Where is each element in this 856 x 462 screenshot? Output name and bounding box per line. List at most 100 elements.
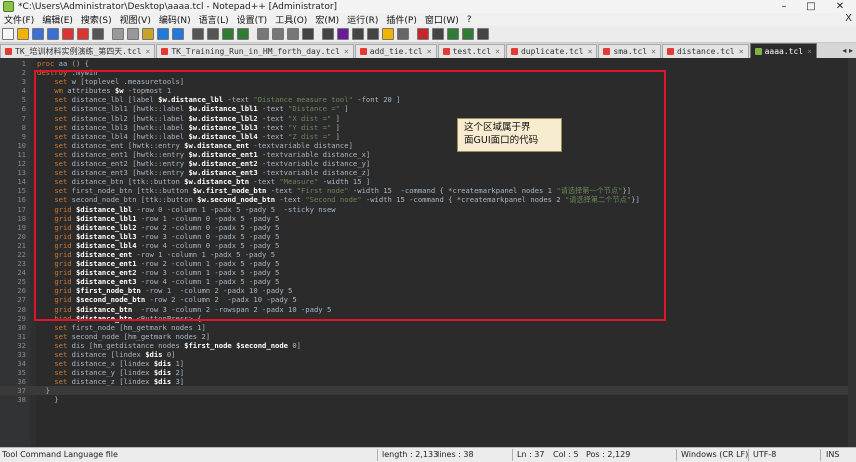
code-line[interactable]: 13 set distance_ent3 [hwtk::entry $w.dis… [0, 168, 856, 177]
code-line[interactable]: 31 set second_node [hm_getmark nodes 2] [0, 332, 856, 341]
menu-item[interactable]: 语言(L) [195, 13, 233, 26]
save-all-icon[interactable] [47, 28, 59, 40]
redo-icon[interactable] [172, 28, 184, 40]
copy-icon[interactable] [127, 28, 139, 40]
lang-icon[interactable] [337, 28, 349, 40]
code-line[interactable]: 6 set distance_lbl1 [hwtk::label $w.dist… [0, 104, 856, 113]
code-line[interactable]: 20 grid $distance_lbl3 -row 3 -column 0 … [0, 232, 856, 241]
code-line[interactable]: 12 set distance_ent2 [hwtk::entry $w.dis… [0, 159, 856, 168]
sync-h-icon[interactable] [272, 28, 284, 40]
tab-6[interactable]: distance.tcl × [661, 44, 749, 58]
code-line[interactable]: 3 set w [toplevel .measuretools] [0, 77, 856, 86]
tab-close-icon[interactable]: × [146, 47, 151, 56]
undo-icon[interactable] [157, 28, 169, 40]
menu-item[interactable]: 编码(N) [155, 13, 195, 26]
save-icon[interactable] [32, 28, 44, 40]
code-line[interactable]: 30 set first_node [hm_getmark nodes 1] [0, 323, 856, 332]
doc-map-icon[interactable] [352, 28, 364, 40]
menu-item[interactable]: ? [463, 15, 476, 25]
code-line[interactable]: 28 grid $distance_btn -row 3 -column 2 -… [0, 305, 856, 314]
status-eol[interactable]: Windows (CR LF) [681, 450, 748, 459]
close-icon[interactable] [62, 28, 74, 40]
menu-item[interactable]: 搜索(S) [77, 13, 116, 26]
menu-item[interactable]: 视图(V) [116, 13, 155, 26]
menu-item[interactable]: 插件(P) [382, 13, 420, 26]
code-line[interactable]: 2 destroy .mywin [0, 68, 856, 77]
code-line[interactable]: 4 wm attributes $w -topmost 1 [0, 86, 856, 95]
tab-close-icon[interactable]: × [495, 47, 500, 56]
code-line[interactable]: 21 grid $distance_lbl4 -row 4 -column 0 … [0, 241, 856, 250]
code-line[interactable]: 22 grid $distance_ent -row 1 -column 1 -… [0, 250, 856, 259]
folder-icon[interactable] [382, 28, 394, 40]
code-line[interactable]: 14 set distance_btn [ttk::button $w.dist… [0, 177, 856, 186]
menu-item[interactable]: 工具(O) [271, 13, 311, 26]
tab-3[interactable]: test.tcl × [437, 44, 505, 58]
code-line[interactable]: 8 set distance_lbl3 [hwtk::label $w.dist… [0, 123, 856, 132]
func-list-icon[interactable] [367, 28, 379, 40]
code-line[interactable]: 38 } [0, 395, 856, 404]
tab-1[interactable]: TK_Training_Run_in_HM_forth_day.tcl × [156, 44, 354, 58]
sync-v-icon[interactable] [257, 28, 269, 40]
tab-close-icon[interactable]: × [739, 47, 744, 56]
code-line[interactable]: 19 grid $distance_lbl2 -row 2 -column 0 … [0, 223, 856, 232]
code-lines[interactable]: 1 proc aa () {2 destroy .mywin 3 set w [top… [0, 59, 856, 405]
code-line[interactable]: 9 set distance_lbl4 [hwtk::label $w.dist… [0, 132, 856, 141]
play-multi-icon[interactable] [462, 28, 474, 40]
maximize-button[interactable]: □ [800, 0, 822, 13]
zoom-out-icon[interactable] [237, 28, 249, 40]
menu-item[interactable]: 宏(M) [311, 13, 343, 26]
find-icon[interactable] [192, 28, 204, 40]
code-line[interactable]: 37 } [0, 386, 856, 396]
code-line[interactable]: 10 set distance_ent [hwtk::entry $w.dist… [0, 141, 856, 150]
tab-4[interactable]: duplicate.tcl × [505, 44, 598, 58]
indent-guide-icon[interactable] [322, 28, 334, 40]
wrap-icon[interactable] [287, 28, 299, 40]
monitor-icon[interactable] [397, 28, 409, 40]
code-line[interactable]: 33 set distance [lindex $dis 0] [0, 350, 856, 359]
tab-close-icon[interactable]: × [588, 47, 593, 56]
zoom-in-icon[interactable] [222, 28, 234, 40]
tab-close-icon[interactable]: × [807, 47, 812, 56]
close-all-icon[interactable] [77, 28, 89, 40]
code-line[interactable]: 29 bind $distance_btn <ButtonPress> { [0, 314, 856, 323]
code-line[interactable]: 11 set distance_ent1 [hwtk::entry $w.dis… [0, 150, 856, 159]
tab-7[interactable]: aaaa.tcl × [749, 43, 817, 58]
code-line[interactable]: 26 grid $first_node_btn -row 1 -column 2… [0, 286, 856, 295]
status-encoding[interactable]: UTF-8 [753, 450, 776, 459]
code-editor[interactable]: 1 proc aa () {2 destroy .mywin 3 set w [top… [0, 58, 856, 447]
menu-item[interactable]: 窗口(W) [421, 13, 463, 26]
code-line[interactable]: 18 grid $distance_lbl1 -row 1 -column 0 … [0, 214, 856, 223]
tab-close-icon[interactable]: × [651, 47, 656, 56]
vertical-scrollbar[interactable] [848, 58, 856, 447]
menu-item[interactable]: 设置(T) [233, 13, 272, 26]
menu-item[interactable]: 编辑(E) [38, 13, 77, 26]
code-line[interactable]: 24 grid $distance_ent2 -row 3 -column 1 … [0, 268, 856, 277]
play-icon[interactable] [447, 28, 459, 40]
tab-2[interactable]: add_tie.tcl × [354, 44, 437, 58]
code-line[interactable]: 23 grid $distance_ent1 -row 2 -column 1 … [0, 259, 856, 268]
tab-close-icon[interactable]: × [427, 47, 432, 56]
close-doc-button[interactable]: X [845, 13, 852, 24]
menu-item[interactable]: 运行(R) [343, 13, 382, 26]
code-line[interactable]: 7 set distance_lbl2 [hwtk::label $w.dist… [0, 114, 856, 123]
record-icon[interactable] [417, 28, 429, 40]
close-window-button[interactable]: ✕ [829, 0, 851, 13]
code-line[interactable]: 36 set distance_z [lindex $dis 3] [0, 377, 856, 386]
menu-item[interactable]: 文件(F) [0, 13, 38, 26]
print-icon[interactable] [92, 28, 104, 40]
minimize-button[interactable]: – [773, 0, 795, 13]
code-line[interactable]: 25 grid $distance_ent3 -row 4 -column 1 … [0, 277, 856, 286]
replace-icon[interactable] [207, 28, 219, 40]
open-icon[interactable] [17, 28, 29, 40]
code-line[interactable]: 16 set second_node_btn [ttk::button $w.s… [0, 195, 856, 204]
tab-close-icon[interactable]: × [344, 47, 349, 56]
stop-icon[interactable] [432, 28, 444, 40]
status-insert-mode[interactable]: INS [826, 450, 839, 459]
code-line[interactable]: 32 set dis [hm_getdistance nodes $first_… [0, 341, 856, 350]
code-line[interactable]: 35 set distance_y [lindex $dis 2] [0, 368, 856, 377]
code-line[interactable]: 1 proc aa () { [0, 59, 856, 68]
code-line[interactable]: 17 grid $distance_lbl -row 0 -column 1 -… [0, 205, 856, 214]
code-line[interactable]: 15 set first_node_btn [ttk::button $w.fi… [0, 186, 856, 195]
code-line[interactable]: 5 set distance_lbl [label $w.distance_lb… [0, 95, 856, 104]
tab-5[interactable]: sma.tcl × [598, 44, 661, 58]
